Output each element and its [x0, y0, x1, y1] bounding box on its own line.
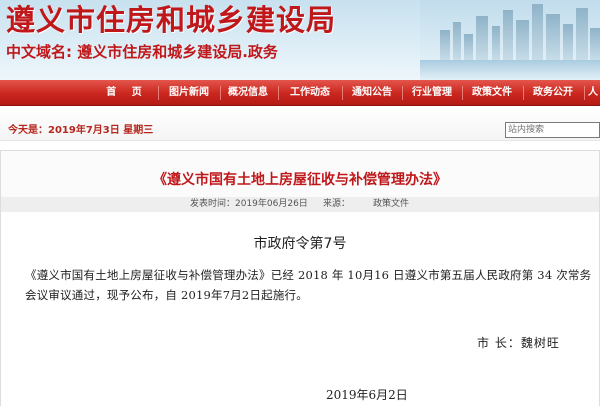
- site-header: 遵义市住房和城乡建设局 中文域名: 遵义市住房和城乡建设局.政务: [0, 0, 600, 80]
- site-search-input[interactable]: [505, 122, 600, 138]
- domain-label: 中文域名:: [6, 43, 72, 61]
- nav-divider: [158, 86, 159, 100]
- article-panel: 《遵义市国有土地上房屋征收与补偿管理办法》 发表时间：2019年06月26日 来…: [0, 150, 600, 406]
- nav-item-industry[interactable]: 行业管理: [403, 80, 461, 105]
- publish-date: 发表时间：2019年06月26日: [190, 199, 308, 209]
- nav-divider: [278, 86, 279, 100]
- nav-item-home[interactable]: 首 页: [98, 80, 156, 105]
- main-nav: 首 页 图片新闻 概况信息 工作动态 通知公告 行业管理 政策文件 政务公开 人: [0, 80, 600, 106]
- nav-item-policy-docs[interactable]: 政策文件: [463, 80, 521, 105]
- signer: 市 长：魏树旺: [477, 336, 560, 350]
- nav-item-notices[interactable]: 通知公告: [343, 80, 401, 105]
- nav-item-more[interactable]: 人: [586, 80, 600, 105]
- nav-divider: [584, 86, 585, 100]
- nav-item-overview[interactable]: 概况信息: [220, 80, 276, 105]
- sign-date: 2019年6月2日: [326, 388, 408, 402]
- article-body: 《遵义市国有土地上房屋征收与补偿管理办法》已经 2018 年 10月16 日遵义…: [25, 268, 592, 302]
- decree-number: 市政府令第7号: [253, 236, 347, 252]
- article-title: 《遵义市国有土地上房屋征收与补偿管理办法》: [153, 172, 447, 188]
- article-category: 政策文件: [373, 199, 410, 209]
- source-label: 来源：: [323, 199, 351, 209]
- nav-item-gov-affairs[interactable]: 政务公开: [524, 80, 582, 105]
- current-date: 今天是：2019年7月3日 星期三: [8, 125, 154, 136]
- domain-line: 中文域名: 遵义市住房和城乡建设局.政务: [6, 42, 278, 62]
- city-skyline-image: [420, 0, 600, 80]
- nav-item-photo-news[interactable]: 图片新闻: [160, 80, 218, 105]
- article-meta-bar: 发表时间：2019年06月26日 来源： 政策文件: [1, 197, 599, 212]
- nav-item-work-updates[interactable]: 工作动态: [280, 80, 340, 105]
- site-title: 遵义市住房和城乡建设局: [6, 3, 337, 37]
- domain-value: 遵义市住房和城乡建设局.政务: [77, 43, 278, 61]
